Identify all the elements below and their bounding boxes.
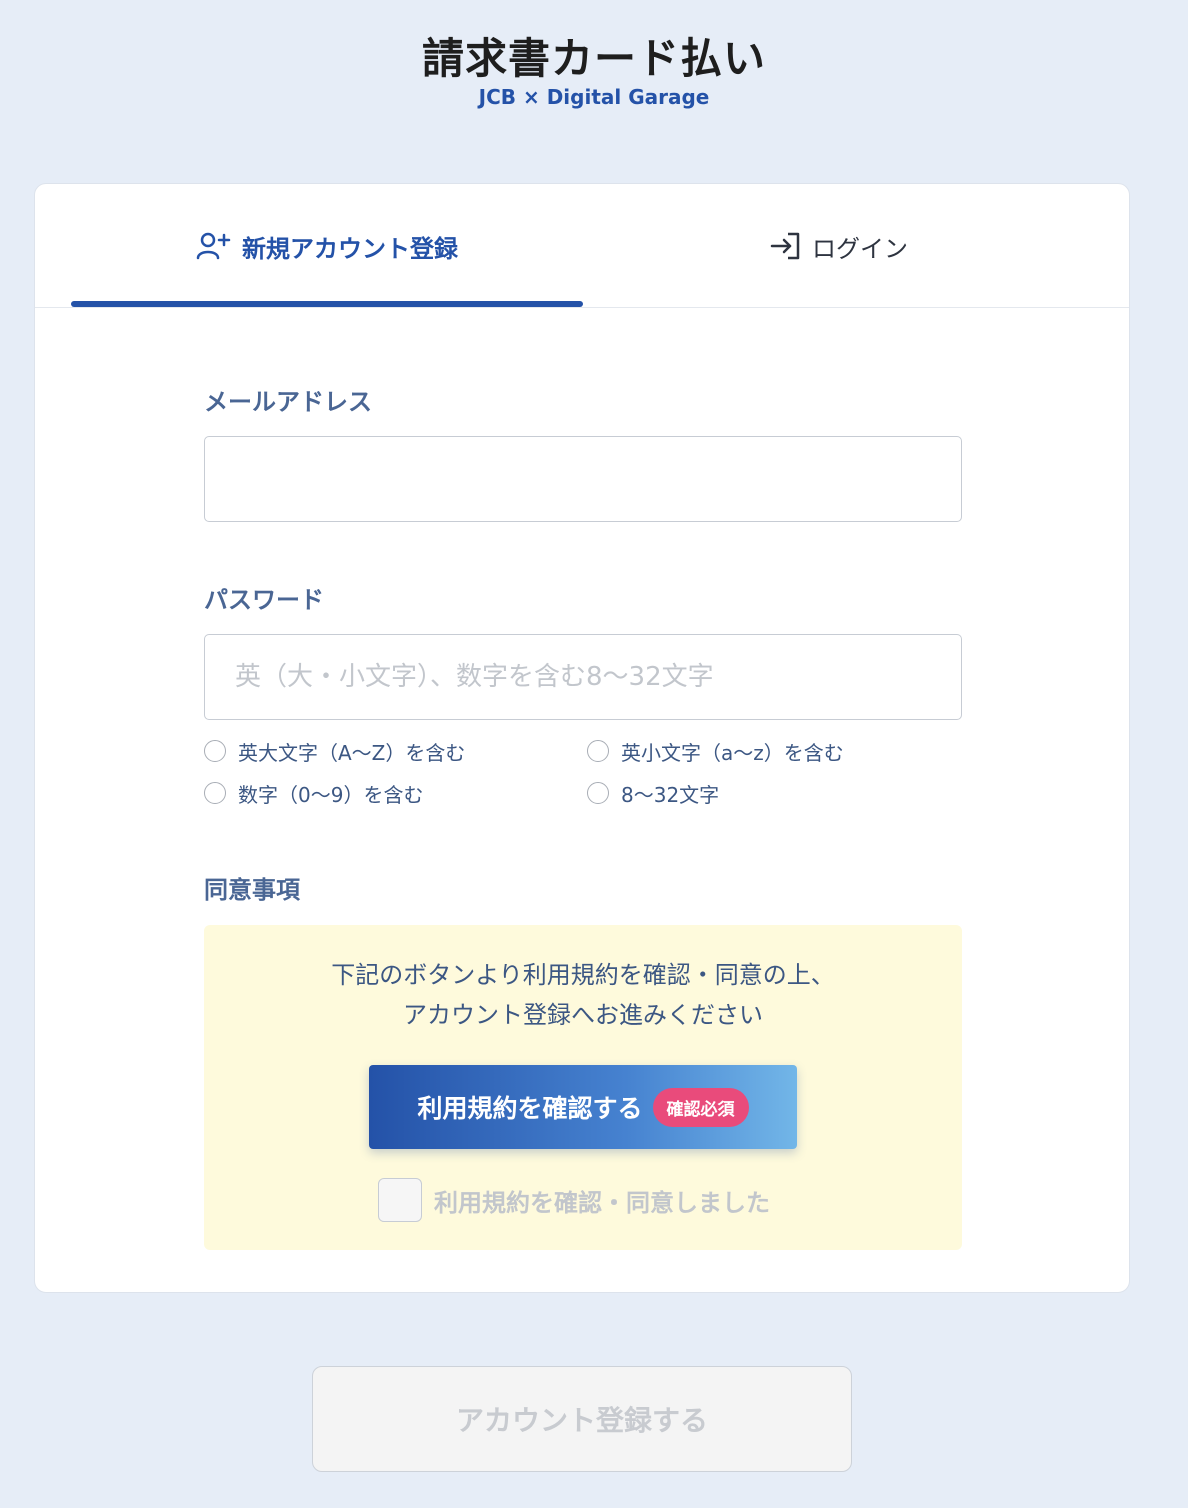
tab-bar: 新規アカウント登録 ログイン: [35, 184, 1129, 308]
agreement-instructions: 下記のボタンより利用規約を確認・同意の上、 アカウント登録へお進みください: [204, 955, 962, 1035]
agree-checkbox[interactable]: [378, 1178, 422, 1222]
agree-checkbox-label: 利用規約を確認・同意しました: [434, 1188, 770, 1217]
tab-login-label: ログイン: [812, 234, 908, 263]
rule-label: 英小文字（a〜z）を含む: [621, 740, 844, 765]
agreement-label: 同意事項: [204, 876, 300, 904]
agreement-box: 下記のボタンより利用規約を確認・同意の上、 アカウント登録へお進みください 利用…: [204, 925, 962, 1250]
email-field[interactable]: [204, 436, 962, 522]
agreement-text-line1: 下記のボタンより利用規約を確認・同意の上、: [331, 961, 835, 989]
registration-card: 新規アカウント登録 ログイン メールアドレス パスワード 英大文字（A〜Z）を含…: [34, 183, 1130, 1293]
agree-checkbox-row[interactable]: 利用規約を確認・同意しました: [378, 1178, 770, 1222]
active-tab-indicator: [71, 301, 583, 307]
tab-register[interactable]: 新規アカウント登録: [71, 184, 583, 308]
rule-label: 8〜32文字: [621, 782, 720, 807]
rule-status-icon: [204, 740, 226, 762]
logo-subtitle: JCB × Digital Garage: [478, 85, 710, 109]
view-terms-button-label: 利用規約を確認する: [417, 1094, 643, 1123]
view-terms-button[interactable]: 利用規約を確認する 確認必須: [369, 1065, 797, 1149]
password-rule-length: 8〜32文字: [587, 778, 719, 808]
password-rule-lowercase: 英小文字（a〜z）を含む: [587, 736, 844, 766]
password-field[interactable]: [204, 634, 962, 720]
password-rule-uppercase: 英大文字（A〜Z）を含む: [204, 736, 465, 766]
create-account-button[interactable]: アカウント登録する: [312, 1366, 852, 1472]
rule-status-icon: [587, 740, 609, 762]
agreement-text-line2: アカウント登録へお進みください: [403, 1001, 763, 1029]
rule-status-icon: [587, 782, 609, 804]
email-label: メールアドレス: [204, 388, 372, 416]
rule-status-icon: [204, 782, 226, 804]
tab-register-label: 新規アカウント登録: [242, 234, 458, 263]
tab-login[interactable]: ログイン: [583, 184, 1095, 308]
create-account-button-label: アカウント登録する: [455, 1404, 708, 1437]
logo-title: 請求書カード払い: [421, 34, 766, 83]
password-label: パスワード: [204, 586, 324, 614]
rule-label: 数字（0〜9）を含む: [238, 782, 424, 807]
password-rule-digit: 数字（0〜9）を含む: [204, 778, 423, 808]
required-badge: 確認必須: [652, 1087, 749, 1127]
login-arrow-icon: [770, 231, 802, 261]
user-plus-icon: [196, 231, 232, 261]
page: 請求書カード払い JCB × Digital Garage 新規アカウント登録: [0, 0, 1188, 1508]
logo: 請求書カード払い JCB × Digital Garage: [0, 34, 1188, 110]
rule-label: 英大文字（A〜Z）を含む: [238, 740, 466, 765]
